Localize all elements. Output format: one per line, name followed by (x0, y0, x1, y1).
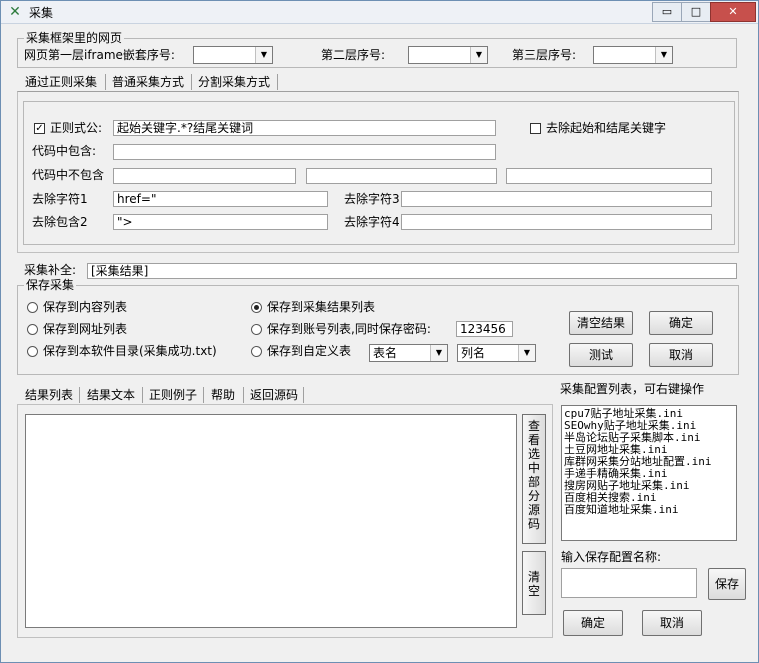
strip-keywords-label: 去除起始和结尾关键字 (546, 121, 667, 135)
chevron-down-icon: ▼ (470, 47, 487, 63)
close-button[interactable]: ✕ (710, 2, 756, 22)
supplement-label: 采集补全: (24, 263, 77, 277)
chevron-down-icon: ▼ (518, 345, 535, 361)
iframe-groupbox-legend: 采集框架里的网页 (24, 31, 125, 45)
radio-content-list-label: 保存到内容列表 (43, 300, 128, 314)
save-config-button[interactable]: 保存 (708, 568, 746, 600)
title-bar: ✕ 采集 ▭ □ ✕ (1, 1, 758, 24)
view-selected-source-button[interactable]: 查看选中部分源码 (522, 414, 546, 544)
iframe-first-select[interactable]: ▼ (193, 46, 273, 64)
minimize-button[interactable]: ▭ (652, 2, 682, 22)
password-input[interactable]: 123456 (456, 321, 513, 337)
save-groupbox-legend: 保存采集 (24, 278, 77, 292)
supplement-input[interactable]: [采集结果] (87, 263, 737, 279)
tab-divider (277, 74, 278, 90)
regex-pattern-input[interactable]: 起始关键字.*?结尾关键词 (113, 120, 496, 136)
window-title: 采集 (29, 6, 54, 20)
radio-custom-table[interactable] (251, 346, 262, 357)
radio-custom-table-label: 保存到自定义表 (267, 344, 352, 358)
iframe-second-label: 第二层序号: (321, 48, 386, 62)
tab-divider (243, 387, 244, 403)
app-icon: ✕ (9, 4, 21, 20)
tab-divider (142, 387, 143, 403)
column-name-select[interactable]: 列名 ▼ (457, 344, 536, 362)
radio-software-dir[interactable] (27, 346, 38, 357)
tab-normal[interactable]: 普通采集方式 (112, 74, 184, 90)
config-list[interactable]: cpu7贴子地址采集.ini SEOwhy贴子地址采集.ini 半岛论坛贴子采集… (561, 405, 737, 541)
regex-checkbox[interactable]: ✓ (34, 123, 45, 134)
iframe-third-label: 第三层序号: (512, 48, 577, 62)
tab-return-source[interactable]: 返回源码 (250, 387, 298, 403)
radio-url-list-label: 保存到网址列表 (43, 322, 128, 336)
radio-account-list-label: 保存到账号列表,同时保存密码: (267, 322, 431, 336)
chevron-down-icon: ▼ (430, 345, 447, 361)
radio-result-list-label: 保存到采集结果列表 (267, 300, 376, 314)
chevron-down-icon: ▼ (255, 47, 272, 63)
contains-label: 代码中包含: (32, 144, 97, 158)
config-name-label: 输入保存配置名称: (561, 550, 662, 564)
remove3-input[interactable] (401, 191, 712, 207)
remove4-label: 去除字符4 (344, 215, 400, 229)
maximize-button[interactable]: □ (681, 2, 711, 22)
radio-software-dir-label: 保存到本软件目录(采集成功.txt) (43, 344, 217, 358)
iframe-second-select[interactable]: ▼ (408, 46, 488, 64)
not-contains-input-2[interactable] (306, 168, 497, 184)
tab-regex[interactable]: 通过正则采集 (25, 74, 97, 90)
ok-button[interactable]: 确定 (649, 311, 713, 335)
radio-url-list[interactable] (27, 324, 38, 335)
remove1-label: 去除字符1 (32, 192, 88, 206)
tab-divider (303, 387, 304, 403)
result-text-area[interactable] (25, 414, 517, 628)
chevron-down-icon: ▼ (655, 47, 672, 63)
tab-help[interactable]: 帮助 (211, 387, 235, 403)
radio-account-list[interactable] (251, 324, 262, 335)
iframe-third-select[interactable]: ▼ (593, 46, 673, 64)
tab-divider (79, 387, 80, 403)
config-cancel-button[interactable]: 取消 (642, 610, 702, 636)
config-name-input[interactable] (561, 568, 697, 598)
radio-result-list[interactable] (251, 302, 262, 313)
contains-input[interactable] (113, 144, 496, 160)
tab-divider (191, 74, 192, 90)
remove-contains2-input[interactable]: "> (113, 214, 328, 230)
table-name-select[interactable]: 表名 ▼ (369, 344, 448, 362)
main-window: ✕ 采集 ▭ □ ✕ 采集框架里的网页 网页第一层iframe嵌套序号: ▼ 第… (0, 0, 759, 663)
remove4-input[interactable] (401, 214, 712, 230)
remove1-input[interactable]: href=" (113, 191, 328, 207)
radio-content-list[interactable] (27, 302, 38, 313)
test-button[interactable]: 测试 (569, 343, 633, 367)
not-contains-input-1[interactable] (113, 168, 296, 184)
tab-regex-examples[interactable]: 正则例子 (149, 387, 197, 403)
not-contains-input-3[interactable] (506, 168, 712, 184)
config-list-title: 采集配置列表，可右键操作 (560, 382, 705, 396)
clear-results-button[interactable]: 清空结果 (569, 311, 633, 335)
remove3-label: 去除字符3 (344, 192, 400, 206)
not-contains-label: 代码中不包含 (32, 168, 105, 182)
tab-result-text[interactable]: 结果文本 (87, 387, 135, 403)
tab-split[interactable]: 分割采集方式 (198, 74, 270, 90)
tab-divider (203, 387, 204, 403)
list-item[interactable]: 百度知道地址采集.ini (562, 504, 736, 516)
clear-text-button[interactable]: 清空 (522, 551, 546, 615)
tab-result-list[interactable]: 结果列表 (25, 387, 73, 403)
iframe-first-label: 网页第一层iframe嵌套序号: (24, 48, 175, 62)
strip-keywords-checkbox[interactable] (530, 123, 541, 134)
tab-divider (105, 74, 106, 90)
cancel-button[interactable]: 取消 (649, 343, 713, 367)
remove-contains2-label: 去除包含2 (32, 215, 88, 229)
config-ok-button[interactable]: 确定 (563, 610, 623, 636)
regex-label: 正则式公: (50, 121, 103, 135)
